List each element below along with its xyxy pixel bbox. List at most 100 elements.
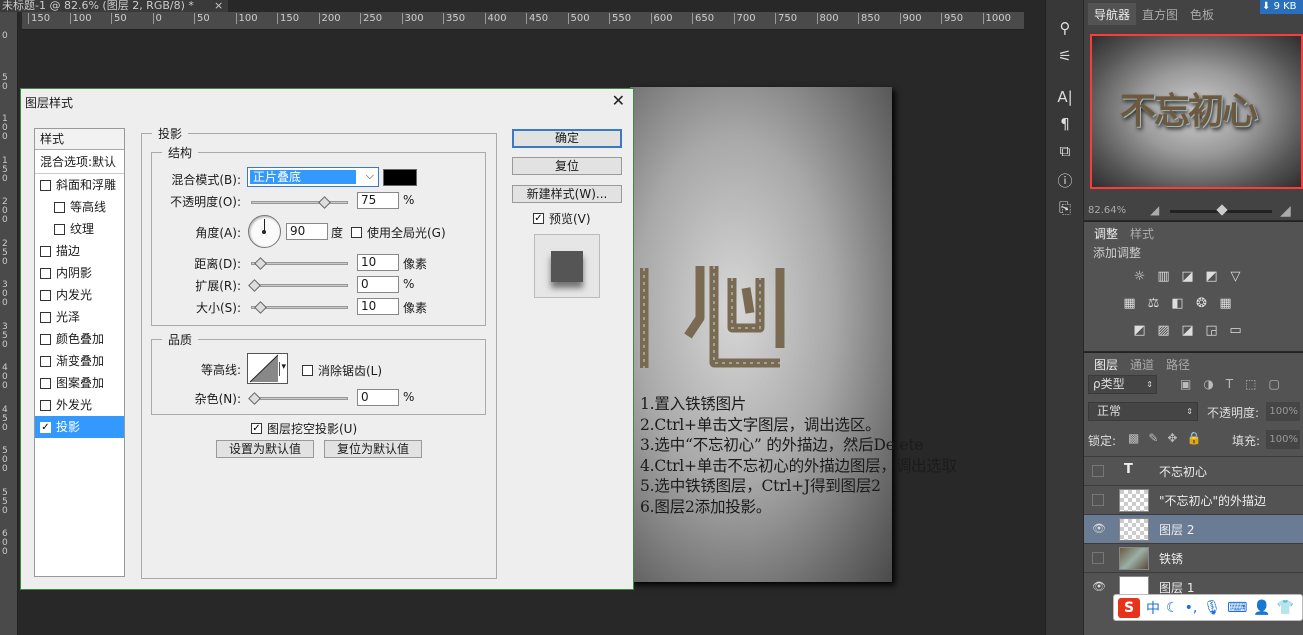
- document-tab[interactable]: 未标题-1 @ 82.6% (图层 2, RGB/8) * ×: [0, 0, 228, 12]
- layer-opacity-input[interactable]: 100%: [1266, 402, 1300, 421]
- layer-filter-select[interactable]: ρ类型 ⇕: [1088, 375, 1157, 394]
- eye-icon[interactable]: 👁: [1092, 523, 1106, 535]
- styles-header[interactable]: 样式: [35, 129, 124, 150]
- checkbox-box[interactable]: [40, 179, 51, 191]
- layer-filter-icons[interactable]: ▣◑T⬚▢: [1180, 377, 1292, 391]
- angle-dial[interactable]: [248, 215, 281, 248]
- style-item[interactable]: 纹理: [35, 218, 124, 240]
- style-item[interactable]: 外发光: [35, 394, 124, 416]
- selective-color-icon[interactable]: ◲: [1204, 324, 1219, 338]
- ime-toolbar[interactable]: S 中 ☾ •, 🎙 ⌨ 👤 👕: [1113, 594, 1303, 621]
- style-item[interactable]: 颜色叠加: [35, 328, 124, 350]
- zoom-slider[interactable]: [1170, 204, 1272, 216]
- style-item[interactable]: 光泽: [35, 306, 124, 328]
- moon-icon[interactable]: ☾: [1166, 600, 1179, 616]
- tab-swatches[interactable]: 色板: [1184, 3, 1220, 25]
- curves-icon[interactable]: ◪: [1180, 270, 1195, 284]
- size-slider[interactable]: [251, 301, 348, 314]
- black-white-icon[interactable]: ◧: [1170, 297, 1185, 311]
- brightness-icon[interactable]: ☼: [1132, 270, 1147, 284]
- vibrance-icon[interactable]: ▽: [1228, 270, 1243, 284]
- slider-thumb[interactable]: [1216, 204, 1228, 216]
- style-item[interactable]: ✓ 投影: [35, 416, 124, 438]
- close-icon[interactable]: ✕: [612, 91, 625, 110]
- hue-saturation-icon[interactable]: ▦: [1122, 297, 1137, 311]
- skin-icon[interactable]: 👕: [1277, 600, 1294, 616]
- style-item[interactable]: 渐变叠加: [35, 350, 124, 372]
- layer-row[interactable]: 铁锈: [1084, 543, 1303, 572]
- checkbox-box[interactable]: [40, 355, 51, 367]
- tool-presets-icon[interactable]: ⚟: [1055, 46, 1075, 66]
- color-balance-icon[interactable]: ⚖: [1146, 297, 1161, 311]
- photo-filter-icon[interactable]: ❂: [1194, 297, 1209, 311]
- checkbox-box[interactable]: [40, 399, 51, 411]
- style-item[interactable]: 内发光: [35, 284, 124, 306]
- history-icon[interactable]: ⎘: [1055, 198, 1075, 218]
- distance-input[interactable]: 10: [357, 254, 399, 271]
- navigator-thumbnail[interactable]: 不忘初心: [1090, 34, 1303, 189]
- threshold-icon[interactable]: ◪: [1180, 324, 1195, 338]
- checkbox-box[interactable]: [54, 201, 65, 213]
- layer-row[interactable]: "不忘初心"的外描边: [1084, 485, 1303, 514]
- zoom-out-icon[interactable]: ◢: [1150, 203, 1159, 217]
- ime-mode[interactable]: 中: [1146, 598, 1160, 618]
- visibility-toggle[interactable]: [1092, 552, 1104, 564]
- levels-icon[interactable]: ▥: [1156, 270, 1171, 284]
- 3d-icon[interactable]: ⧉: [1055, 141, 1075, 161]
- channel-mixer-icon[interactable]: ▦: [1218, 297, 1233, 311]
- checkbox-box[interactable]: [40, 377, 51, 389]
- spread-slider[interactable]: [248, 279, 348, 292]
- tab-layers[interactable]: 图层: [1088, 353, 1125, 375]
- make-default-button[interactable]: 设置为默认值: [216, 440, 314, 458]
- checkbox-box[interactable]: [40, 267, 51, 279]
- style-item[interactable]: 图案叠加: [35, 372, 124, 394]
- checkbox-box[interactable]: [40, 333, 51, 345]
- brush-presets-icon[interactable]: ⚲: [1055, 18, 1075, 38]
- microphone-icon[interactable]: 🎙: [1203, 600, 1221, 616]
- global-light-checkbox[interactable]: 使用全局光(G): [351, 224, 446, 241]
- opacity-input[interactable]: 75: [357, 192, 399, 209]
- knockout-checkbox[interactable]: ✓ 图层挖空投影(U): [251, 420, 357, 437]
- tab-navigator[interactable]: 导航器: [1088, 3, 1137, 25]
- tab-adjustments[interactable]: 调整: [1088, 222, 1125, 244]
- checkbox-box[interactable]: [40, 245, 51, 257]
- layer-blend-mode-select[interactable]: 正常 ⇕: [1088, 402, 1198, 421]
- keyboard-icon[interactable]: ⌨: [1227, 600, 1247, 616]
- eye-icon[interactable]: 👁: [1092, 581, 1106, 593]
- zoom-in-icon[interactable]: ◢: [1280, 203, 1291, 219]
- contour-picker[interactable]: ▾: [247, 353, 288, 384]
- tab-histogram[interactable]: 直方图: [1136, 3, 1184, 25]
- size-input[interactable]: 10: [357, 298, 399, 315]
- exposure-icon[interactable]: ◩: [1204, 270, 1219, 284]
- new-style-button[interactable]: 新建样式(W)...: [512, 185, 622, 203]
- opacity-slider[interactable]: [251, 196, 348, 209]
- noise-slider[interactable]: [248, 392, 348, 405]
- reset-button[interactable]: 复位: [512, 157, 622, 175]
- blend-mode-select[interactable]: 正片叠底 ⌵: [247, 167, 379, 187]
- character-icon[interactable]: A|: [1055, 87, 1075, 107]
- preview-checkbox[interactable]: ✓ 预览(V): [533, 210, 591, 227]
- reset-default-button[interactable]: 复位为默认值: [324, 440, 422, 458]
- visibility-toggle[interactable]: [1092, 494, 1104, 506]
- tab-styles[interactable]: 样式: [1124, 222, 1160, 244]
- punctuation-icon[interactable]: •,: [1185, 600, 1198, 616]
- info-icon[interactable]: ⓘ: [1055, 171, 1075, 191]
- style-item[interactable]: 斜面和浮雕: [35, 174, 124, 196]
- blending-options-item[interactable]: 混合选项:默认: [35, 150, 124, 174]
- style-item[interactable]: 描边: [35, 240, 124, 262]
- posterize-icon[interactable]: ▨: [1156, 324, 1171, 338]
- ok-button[interactable]: 确定: [512, 129, 622, 148]
- noise-input[interactable]: 0: [357, 389, 399, 406]
- style-item[interactable]: 等高线: [35, 196, 124, 218]
- invert-icon[interactable]: ◩: [1132, 324, 1147, 338]
- close-tab-icon[interactable]: ×: [214, 0, 223, 12]
- style-item[interactable]: 内阴影: [35, 262, 124, 284]
- checkbox-box[interactable]: ✓: [40, 421, 51, 433]
- zoom-value[interactable]: 82.64%: [1088, 205, 1126, 216]
- fill-input[interactable]: 100%: [1266, 430, 1300, 449]
- lock-icons[interactable]: ▩✎✥🔒: [1128, 431, 1210, 445]
- paragraph-icon[interactable]: ¶: [1055, 114, 1075, 134]
- checkbox-box[interactable]: [40, 289, 51, 301]
- distance-slider[interactable]: [251, 257, 348, 270]
- layer-row[interactable]: 👁 图层 2: [1084, 514, 1303, 543]
